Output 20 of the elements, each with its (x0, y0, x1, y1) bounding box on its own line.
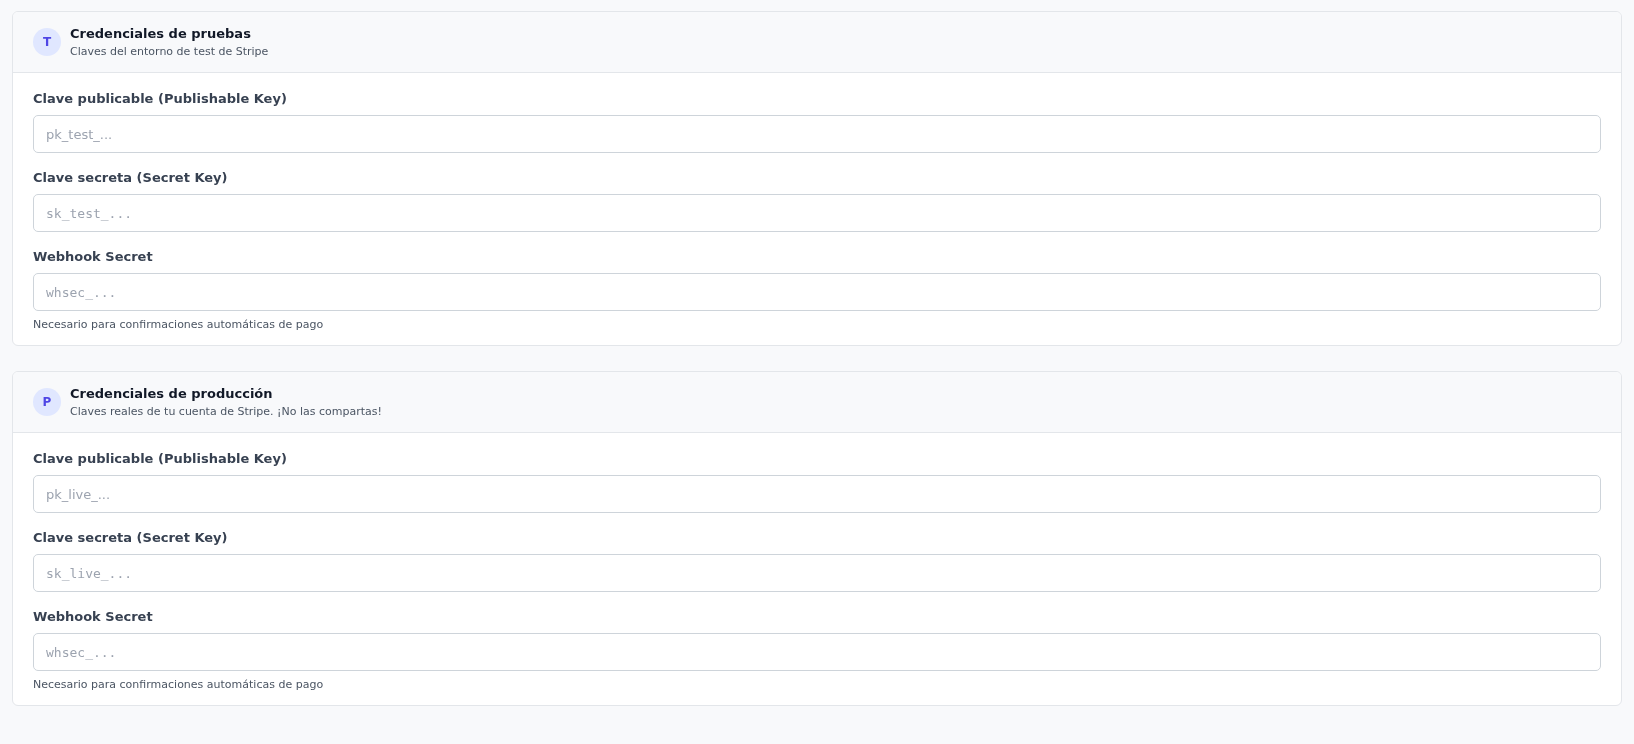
field-label: Webhook Secret (33, 609, 154, 624)
input-field[interactable]: sk_live_... (33, 554, 1601, 592)
input-field[interactable]: pk_live_... (33, 475, 1601, 513)
input-field[interactable]: whsec_... (33, 273, 1601, 311)
help-text: Necesario para confirmaciones automáticas de pago (33, 318, 325, 331)
field-label: Webhook Secret (33, 249, 154, 264)
letter-avatar: T (33, 28, 61, 56)
field-label: Clave secreta (Secret Key) (33, 170, 229, 185)
field-label: Clave publicable (Publishable Key) (33, 451, 288, 466)
input-field[interactable]: pk_test_... (33, 115, 1601, 153)
card-subtitle: Claves del entorno de test de Stripe (70, 45, 269, 58)
help-text: Necesario para confirmaciones automáticas de pago (33, 678, 325, 691)
card-title: Credenciales de pruebas (70, 26, 252, 41)
input-field[interactable]: whsec_... (33, 633, 1601, 671)
card-title: Credenciales de producción (70, 386, 274, 401)
card-subtitle: Claves reales de tu cuenta de Stripe. ¡No las compartas! (70, 405, 382, 418)
input-field[interactable]: sk_test_... (33, 194, 1601, 232)
field-label: Clave publicable (Publishable Key) (33, 91, 288, 106)
field-label: Clave secreta (Secret Key) (33, 530, 229, 545)
letter-avatar: P (33, 388, 61, 416)
